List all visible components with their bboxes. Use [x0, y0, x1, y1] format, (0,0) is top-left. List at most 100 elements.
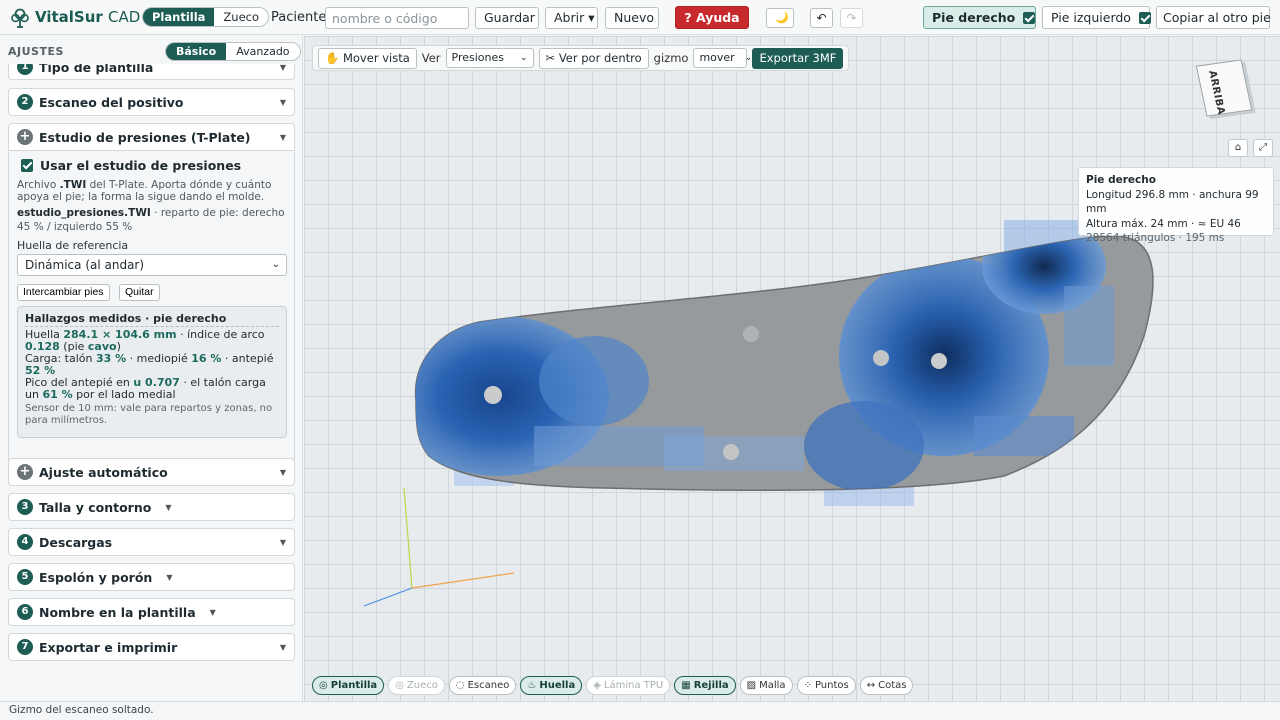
layer-lamina-tpu-chip[interactable]: ◈ Lámina TPU [586, 675, 671, 695]
left-foot-toggle[interactable]: Pie izquierdo [1042, 6, 1151, 29]
right-foot-checkbox[interactable] [1023, 11, 1036, 24]
open-menu-button[interactable]: Abrir ▾ [545, 7, 598, 29]
mode-switch: Plantilla Zueco [142, 7, 270, 27]
chevron-down-icon: ▼ [279, 97, 286, 107]
layer-zueco-chip[interactable]: ◎ Zueco [388, 675, 445, 695]
layer-escaneo-chip[interactable]: ◌ Escaneo [448, 675, 517, 695]
app-title: VitalSur CAD [35, 8, 141, 26]
section-title: Nombre en la plantilla [39, 604, 196, 620]
section-title: Talla y contorno [39, 499, 152, 515]
layers-icon: ◈ [593, 679, 601, 691]
landmark-point[interactable] [723, 444, 739, 460]
y-axis-line [403, 487, 413, 589]
gizmo-label: gizmo [653, 51, 689, 65]
reference-footprint-select[interactable]: Dinámica (al andar) ⌄ [17, 254, 287, 276]
section-nombre-plantilla[interactable]: 6 Nombre en la plantilla ▼ [8, 598, 295, 626]
save-button[interactable]: Guardar [475, 7, 539, 29]
tab-avanzado-overlay[interactable]: Avanzado [226, 43, 299, 60]
section-descargas[interactable]: 4 Descargas ▼ [8, 528, 295, 556]
redo-icon: ↷ [846, 11, 857, 25]
layer-toggles: ◎ Plantilla ◎ Zueco ◌ Escaneo ♨ Huella ◈ Lámi… [312, 674, 914, 696]
sidebar-title-overlay: AJUSTES [8, 45, 64, 58]
chevron-down-icon: ▼ [279, 467, 286, 477]
section-title: Estudio de presiones (T-Plate) [39, 129, 251, 145]
load-line: Carga: talón 33 % · mediopié 16 % · ante… [25, 352, 274, 377]
foot-info-panel: Pie derecho Longitud 296.8 mm · anchura … [1078, 167, 1274, 244]
insole-3d-scene[interactable] [304, 36, 1280, 701]
home-view-button[interactable]: ⌂ [1228, 139, 1248, 157]
measured-findings-box: Hallazgos medidos · pie derecho Huella 2… [17, 306, 287, 438]
landmark-point[interactable] [931, 353, 947, 369]
section-ajuste-automatico[interactable]: + Ajuste automático ▼ [8, 458, 295, 486]
layer-puntos-chip[interactable]: ⁘ Puntos [796, 675, 856, 695]
tab-basico-overlay[interactable]: Básico [166, 43, 227, 60]
landmark-point[interactable] [873, 350, 889, 366]
section-title: Espolón y porón [39, 569, 153, 585]
right-foot-toggle[interactable]: Pie derecho [923, 6, 1036, 29]
layer-huella-chip[interactable]: ♨ Huella [520, 675, 583, 695]
section-plus-icon: + [17, 464, 33, 480]
dark-mode-button[interactable]: 🌙 [766, 8, 794, 28]
chevron-down-icon: ⌄ [744, 53, 753, 63]
viewport-toolbar: ✋ Mover vista Ver Presiones ⌄ ✂ Ver por d… [312, 45, 850, 71]
section-talla-contorno[interactable]: 3 Talla y contorno ▼ [8, 493, 295, 521]
pressure-file-info: estudio_presiones.TWI · reparto de pie: … [17, 207, 285, 233]
remove-study-button[interactable]: Quitar [119, 284, 160, 301]
landmark-point[interactable] [484, 386, 502, 404]
section-number: 6 [17, 604, 33, 620]
mesh-icon: ▨ [746, 679, 757, 691]
section-number: 7 [17, 639, 33, 655]
top-bar: VitalSur CAD Plantilla Zueco Paciente Gu… [0, 0, 1280, 35]
left-foot-checkbox[interactable] [1138, 11, 1151, 24]
help-button[interactable]: ? Ayuda [675, 6, 749, 29]
gizmo-select[interactable]: mover ⌄ [693, 48, 752, 68]
layer-plantilla-chip[interactable]: ◎ Plantilla [312, 675, 385, 695]
landmark-point[interactable] [743, 326, 759, 342]
layer-malla-chip[interactable]: ▨ Malla [739, 675, 793, 695]
undo-button[interactable]: ↶ [810, 8, 833, 28]
use-pressure-study-row[interactable]: Usar el estudio de presiones [21, 158, 241, 173]
tree-logo-icon [11, 8, 29, 28]
section-espolon-poron[interactable]: 5 Espolón y porón ▼ [8, 563, 295, 591]
use-pressure-checkbox[interactable] [21, 159, 33, 172]
section-number: 4 [17, 534, 33, 550]
patient-search-input[interactable] [325, 7, 469, 29]
3d-viewport[interactable]: ✋ Mover vista Ver Presiones ⌄ ✂ Ver por d… [304, 36, 1280, 701]
section-title: Escaneo del positivo [39, 94, 184, 110]
points-icon: ⁘ [803, 679, 812, 691]
tab-plantilla[interactable]: Plantilla [143, 8, 215, 26]
new-button[interactable]: Nuevo [605, 7, 659, 29]
section-title: Ajuste automático [39, 464, 168, 480]
chevron-down-icon: ▼ [209, 607, 216, 617]
right-foot-label: Pie derecho [932, 10, 1016, 25]
eye-icon: ◎ [319, 679, 328, 691]
layer-rejilla-chip[interactable]: ▦ Rejilla [674, 675, 736, 695]
tab-zueco[interactable]: Zueco [214, 8, 268, 26]
redo-button[interactable]: ↷ [840, 8, 863, 28]
z-axis-line [363, 587, 413, 607]
export-3mf-button[interactable]: Exportar 3MF [752, 47, 844, 69]
copy-to-other-foot-button[interactable]: Copiar al otro pie [1156, 6, 1271, 29]
pan-view-button[interactable]: ✋ Mover vista [318, 47, 417, 69]
section-exportar-imprimir[interactable]: 7 Exportar e imprimir ▼ [8, 633, 295, 661]
layer-cotas-chip[interactable]: ↔ Cotas [859, 675, 914, 695]
peak-line: Pico del antepié en u 0.707 · el talón c… [25, 376, 266, 401]
chevron-down-icon: ▼ [279, 642, 286, 652]
swap-feet-button[interactable]: Intercambiar pies [17, 284, 110, 301]
patient-label: Paciente [271, 10, 327, 25]
fullscreen-button[interactable]: ⤢ [1253, 139, 1273, 157]
section-estudio-presiones[interactable]: + Estudio de presiones (T-Plate) ▼ [8, 123, 295, 151]
home-icon: ⌂ [1234, 142, 1242, 153]
grid-icon: ▦ [681, 679, 691, 691]
info-height-size: Altura máx. 24 mm · ≈ EU 46 [1086, 217, 1241, 230]
chevron-down-icon: ▼ [279, 537, 286, 547]
section-escaneo-positivo[interactable]: 2 Escaneo del positivo ▼ [8, 88, 295, 116]
info-dimensions: Longitud 296.8 mm · anchura 99 mm [1086, 188, 1259, 216]
chevron-down-icon: ▼ [166, 572, 173, 582]
section-plus-icon: + [17, 129, 33, 145]
view-mode-select[interactable]: Presiones ⌄ [445, 48, 534, 68]
footprint-line: Huella 284.1 × 104.6 mm · índice de arco… [25, 328, 265, 353]
see-inside-button[interactable]: ✂ Ver por dentro [538, 47, 649, 69]
expand-icon: ⤢ [1259, 142, 1267, 153]
section-number: 2 [17, 94, 33, 110]
